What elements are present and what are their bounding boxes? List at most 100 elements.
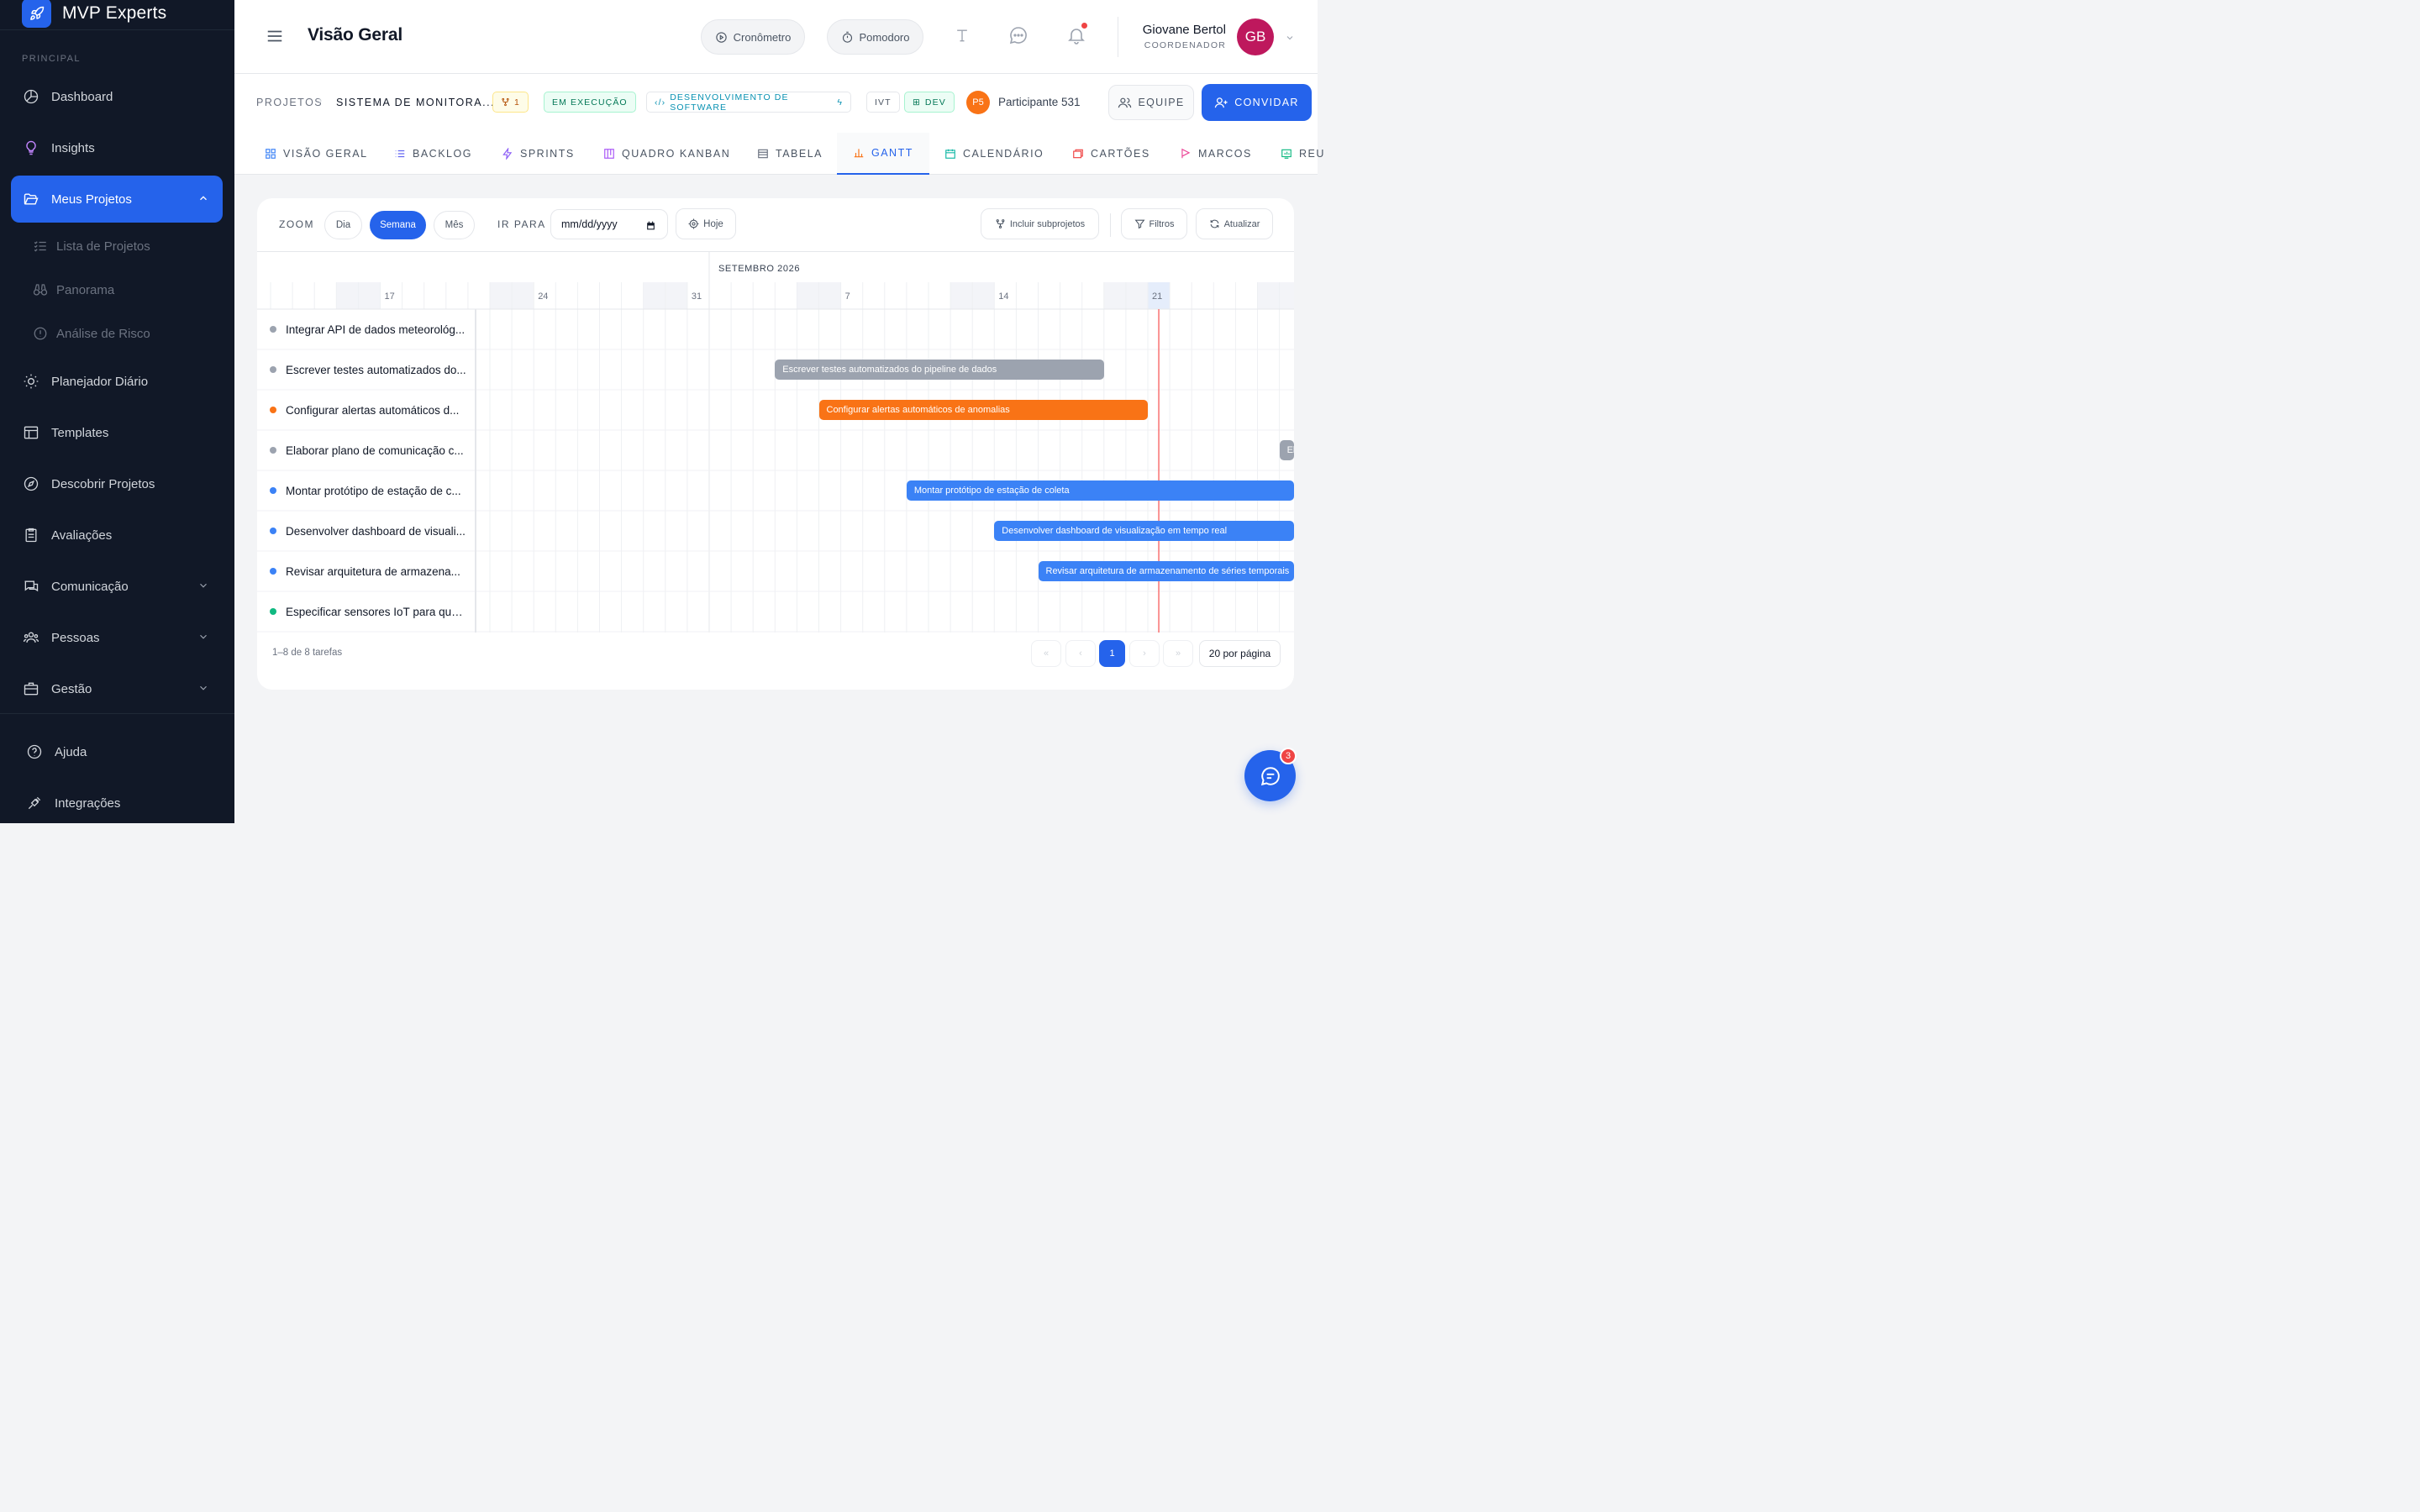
breadcrumb-current-project: SISTEMA DE MONITORA... (336, 97, 496, 108)
page-1-button[interactable]: 1 (1099, 640, 1125, 667)
task-name: Especificar sensores IoT para qual... (286, 605, 469, 618)
lightning-icon: ϟ (837, 97, 843, 108)
tag-ivt: IVT (866, 92, 900, 113)
task-row[interactable]: Desenvolver dashboard de visuali... (257, 511, 476, 551)
sidebar-item-gestao[interactable]: Gestão (11, 665, 223, 712)
section-label: PRINCIPAL (22, 54, 81, 64)
sidebar-subitem-lista-de-projetos[interactable]: Lista de Projetos (33, 234, 150, 259)
play-circle-icon (715, 31, 734, 44)
task-name: Desenvolver dashboard de visuali... (286, 524, 466, 538)
status-dot (270, 326, 276, 333)
pagination-summary: 1–8 de 8 tarefas (272, 648, 343, 658)
task-name: Revisar arquitetura de armazena... (286, 564, 460, 578)
first-page-button[interactable]: « (1031, 640, 1061, 667)
tab-visao-geral[interactable]: VISÃO GERAL (265, 133, 368, 175)
team-button[interactable]: EQUIPE (1108, 85, 1194, 120)
gantt-bar[interactable]: Escrever testes automatizados do pipelin… (775, 360, 1104, 380)
sidebar-item-descobrir-projetos[interactable]: Descobrir Projetos (11, 460, 223, 507)
gantt-bar[interactable]: Revisar arquitetura de armazenamento de … (1038, 561, 1294, 581)
breadcrumb-projetos[interactable]: PROJETOS (256, 97, 323, 108)
gantt-bar[interactable]: Montar protótipo de estação de coleta (906, 480, 1294, 501)
tab-gantt[interactable]: GANTT (837, 133, 929, 175)
invite-label: CONVIDAR (1234, 97, 1299, 108)
last-page-button[interactable]: » (1163, 640, 1193, 667)
tab-tabela[interactable]: TABELA (757, 133, 823, 175)
week-tick-label: 14 (998, 291, 1008, 302)
brand-name: MVP Experts (62, 3, 167, 23)
sidebar-item-insights[interactable]: Insights (11, 124, 223, 171)
sidebar-item-pessoas[interactable]: Pessoas (11, 614, 223, 661)
sidebar-item-ajuda[interactable]: Ajuda (11, 728, 223, 775)
sidebar-item-integracoes[interactable]: Integrações (11, 780, 223, 827)
task-name: Escrever testes automatizados do... (286, 363, 466, 376)
gantt-bar[interactable]: Elaborar plano de comunicação com a pref… (1279, 440, 1294, 460)
sidebar-item-dashboard[interactable]: Dashboard (11, 73, 223, 120)
cronometro-button[interactable]: Cronômetro (701, 19, 805, 55)
next-page-button[interactable]: › (1129, 640, 1160, 667)
prev-page-button[interactable]: ‹ (1065, 640, 1096, 667)
zoom-semana-button[interactable]: Semana (370, 211, 426, 239)
tab-cartoes[interactable]: CARTÕES (1072, 133, 1150, 175)
sidebar-subitem-panorama[interactable]: Panorama (33, 277, 114, 302)
status-dot (270, 366, 276, 373)
per-page-select[interactable]: 20 por página (1199, 640, 1281, 667)
compass-icon (23, 475, 39, 492)
sidebar-subitem-label: Panorama (56, 282, 115, 297)
calendar-icon (944, 148, 963, 160)
subprojects-label: Incluir subprojetos (1009, 218, 1086, 229)
text-format-icon[interactable] (954, 25, 971, 50)
tag-dev: ⊞ DEV (904, 92, 955, 113)
tab-calendario[interactable]: CALENDÁRIO (944, 133, 1044, 175)
pomodoro-button[interactable]: Pomodoro (827, 19, 923, 55)
status-dot (270, 407, 276, 413)
refresh-button[interactable]: Atualizar (1196, 208, 1273, 239)
menu-icon[interactable] (266, 27, 284, 50)
today-button[interactable]: Hoje (676, 208, 736, 239)
tab-backlog[interactable]: BACKLOG (394, 133, 472, 175)
refresh-icon (1209, 218, 1224, 229)
chevron-down-icon (197, 580, 209, 595)
chat-icon (1260, 765, 1281, 787)
include-subprojects-button[interactable]: Incluir subprojetos (981, 208, 1099, 239)
goto-date-input[interactable]: mm/dd/yyyy (550, 209, 668, 239)
chevron-down-icon[interactable] (1285, 32, 1295, 47)
task-row[interactable]: Especificar sensores IoT para qual... (257, 591, 476, 632)
sidebar-item-avaliacoes[interactable]: Avaliações (11, 512, 223, 559)
zoom-mes-button[interactable]: Mês (434, 211, 475, 239)
list-icon (394, 148, 413, 160)
task-row[interactable]: Elaborar plano de comunicação c... (257, 430, 476, 470)
avatar[interactable]: GB (1237, 18, 1274, 55)
participant-avatar[interactable]: P5 (966, 91, 990, 114)
sidebar-subitem-analise-de-risco[interactable]: Análise de Risco (33, 321, 150, 346)
status-dot (270, 487, 276, 494)
task-row[interactable]: Escrever testes automatizados do... (257, 349, 476, 390)
filters-button[interactable]: Filtros (1121, 208, 1187, 239)
tab-reunioes[interactable]: REU (1281, 133, 1325, 175)
cards-icon (1072, 148, 1091, 160)
chat-icon (23, 578, 39, 595)
tab-quadro-kanban[interactable]: QUADRO KANBAN (603, 133, 730, 175)
sidebar-item-meus-projetos[interactable]: Meus Projetos (11, 176, 223, 223)
week-tick-label: 24 (538, 291, 548, 302)
status-dot (270, 608, 276, 615)
gantt-bar[interactable]: Desenvolver dashboard de visualização em… (994, 521, 1294, 541)
task-row[interactable]: Revisar arquitetura de armazena... (257, 551, 476, 591)
zoom-dia-button[interactable]: Dia (324, 211, 362, 239)
sidebar-item-templates[interactable]: Templates (11, 409, 223, 456)
tab-marcos[interactable]: MARCOS (1180, 133, 1252, 175)
task-row[interactable]: Montar protótipo de estação de c... (257, 470, 476, 511)
gantt-bar[interactable]: Configurar alertas automáticos de anomal… (818, 400, 1148, 420)
message-icon[interactable] (1008, 25, 1028, 50)
sidebar-item-planejador-diario[interactable]: Planejador Diário (11, 358, 223, 405)
invite-button[interactable]: CONVIDAR (1202, 84, 1312, 121)
branch-icon (501, 97, 514, 107)
sidebar-item-label: Ajuda (55, 744, 87, 759)
users-icon (23, 629, 39, 646)
tab-sprints[interactable]: SPRINTS (502, 133, 575, 175)
sidebar-item-comunicacao[interactable]: Comunicação (11, 563, 223, 610)
tab-label: QUADRO KANBAN (622, 148, 731, 160)
brand[interactable]: MVP Experts (0, 0, 234, 30)
branch-count-badge[interactable]: 1 (492, 92, 529, 113)
task-row[interactable]: Integrar API de dados meteorológ... (257, 309, 476, 349)
task-row[interactable]: Configurar alertas automáticos d... (257, 390, 476, 430)
